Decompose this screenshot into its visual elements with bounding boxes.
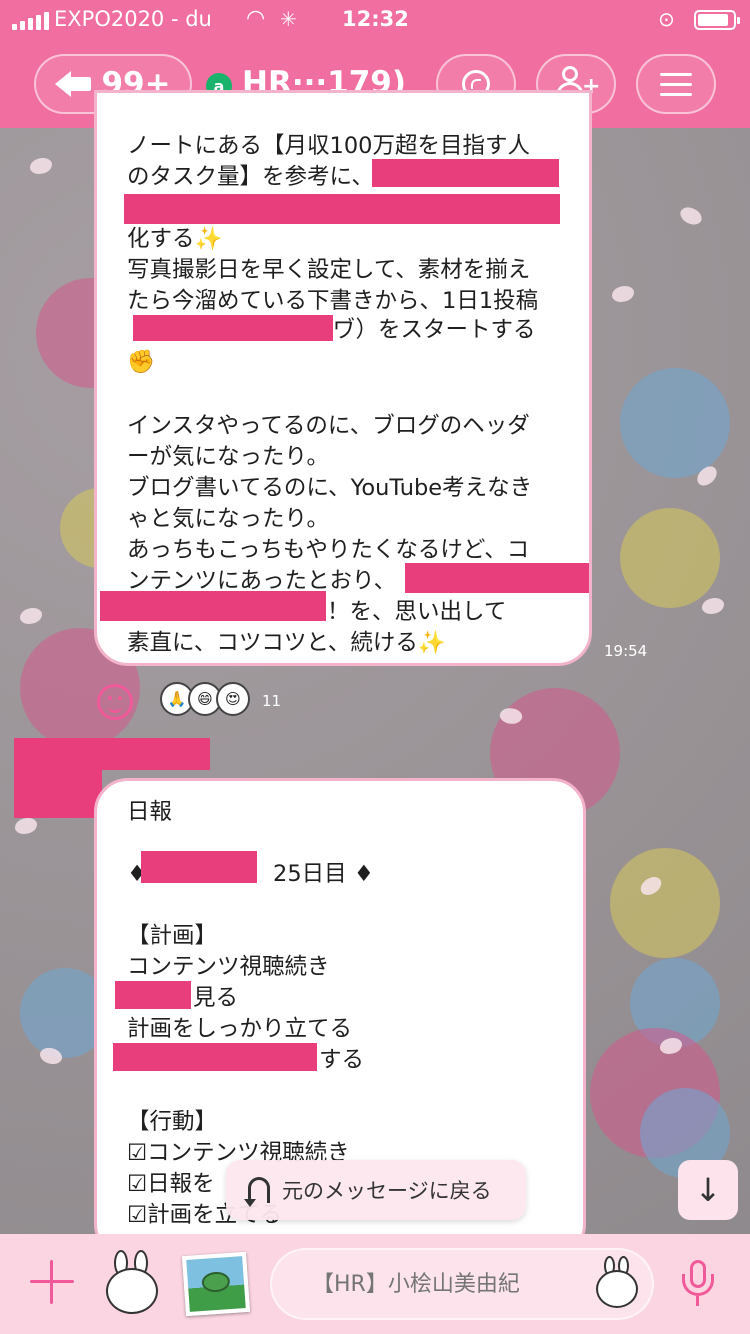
message-line: 25日目 ♦ xyxy=(273,861,374,887)
carrier-name: EXPO2020 - du xyxy=(54,7,212,31)
redacted-text xyxy=(113,1043,317,1071)
message-line: ☑日報を xyxy=(127,1171,215,1197)
message-line: あっちもこっちもやりたくなるけど、コ xyxy=(127,537,530,563)
battery-icon xyxy=(694,10,740,30)
message-line: 計画をしっかり立てる xyxy=(127,1016,353,1042)
back-arrow-icon xyxy=(55,71,92,97)
add-reaction-button[interactable] xyxy=(97,684,133,720)
reaction-emoji: 😍 xyxy=(216,682,250,716)
redacted-text xyxy=(372,159,559,187)
message-line: ！を、思い出して xyxy=(327,599,507,625)
return-to-message-button[interactable]: 元のメッセージに戻る xyxy=(226,1160,526,1220)
photo-shortcut-icon[interactable] xyxy=(181,1251,251,1317)
message-line: インスタやってるのに、ブログのヘッダ xyxy=(127,413,530,439)
composer-bar xyxy=(0,1234,750,1334)
redacted-text xyxy=(405,563,589,593)
plus-icon[interactable] xyxy=(30,1260,74,1304)
sender-name-redacted xyxy=(102,738,210,770)
return-label: 元のメッセージに戻る xyxy=(282,1179,492,1203)
message-line: たら今溜めている下書きから、1日1投稿 xyxy=(127,288,539,314)
redacted-text xyxy=(124,194,560,224)
message-line: ヷ）をスタートする xyxy=(333,317,536,343)
message-bubble[interactable]: ノートにある【月収100万超を目指す人 のタスク量】を参考に、 化する✨ 写真撮… xyxy=(94,90,592,666)
message-line: コンテンツ視聴続き xyxy=(127,954,330,980)
sticker-shortcut-bunny-icon[interactable] xyxy=(100,1250,164,1318)
message-line: ゃと気になったり。 xyxy=(127,506,330,532)
reaction-list[interactable]: 🙏 😄 😍 xyxy=(160,682,250,716)
redacted-text xyxy=(100,591,326,621)
message-line: 見る xyxy=(193,985,239,1011)
menu-icon xyxy=(660,72,692,96)
wifi-icon: ◠ xyxy=(246,6,266,31)
message-line: 化する✨ xyxy=(127,226,223,252)
message-line: 日報 xyxy=(127,799,173,825)
avatar[interactable] xyxy=(14,738,102,818)
emoji-sticker-icon[interactable] xyxy=(594,1256,640,1312)
menu-button[interactable] xyxy=(636,54,716,114)
redacted-text xyxy=(141,851,257,883)
message-line: する xyxy=(319,1047,365,1073)
message-line: 【行動】 xyxy=(127,1109,218,1135)
scroll-to-bottom-button[interactable]: ↓ xyxy=(678,1160,738,1220)
rotation-lock-icon: ⊙ xyxy=(658,7,675,31)
status-time: 12:32 xyxy=(342,7,409,31)
message-line: ✊ xyxy=(127,349,156,375)
return-arrow-icon xyxy=(244,1177,270,1207)
message-line: ノートにある【月収100万超を目指す人 xyxy=(127,133,530,159)
message-line: 【計画】 xyxy=(127,923,218,949)
redacted-text xyxy=(115,981,191,1009)
reaction-count: 11 xyxy=(262,692,282,710)
status-bar: EXPO2020 - du ◠ ✳ 12:32 ⊙ xyxy=(0,0,750,40)
microphone-icon[interactable] xyxy=(682,1260,714,1308)
message-line: ーが気になったり。 xyxy=(127,444,330,470)
arrow-down-icon: ↓ xyxy=(694,1171,722,1209)
message-line: のタスク量】を参考に、 xyxy=(127,164,374,190)
signal-icon xyxy=(12,12,49,30)
message-line: 素直に、コツコツと、続ける✨ xyxy=(127,630,446,656)
message-timestamp: 19:54 xyxy=(604,642,648,660)
redacted-text xyxy=(133,315,333,341)
activity-spinner-icon: ✳ xyxy=(280,7,297,31)
message-line: ブログ書いてるのに、YouTube考えなき xyxy=(127,475,533,501)
message-line: 写真撮影日を早く設定して、素材を揃え xyxy=(127,257,531,283)
